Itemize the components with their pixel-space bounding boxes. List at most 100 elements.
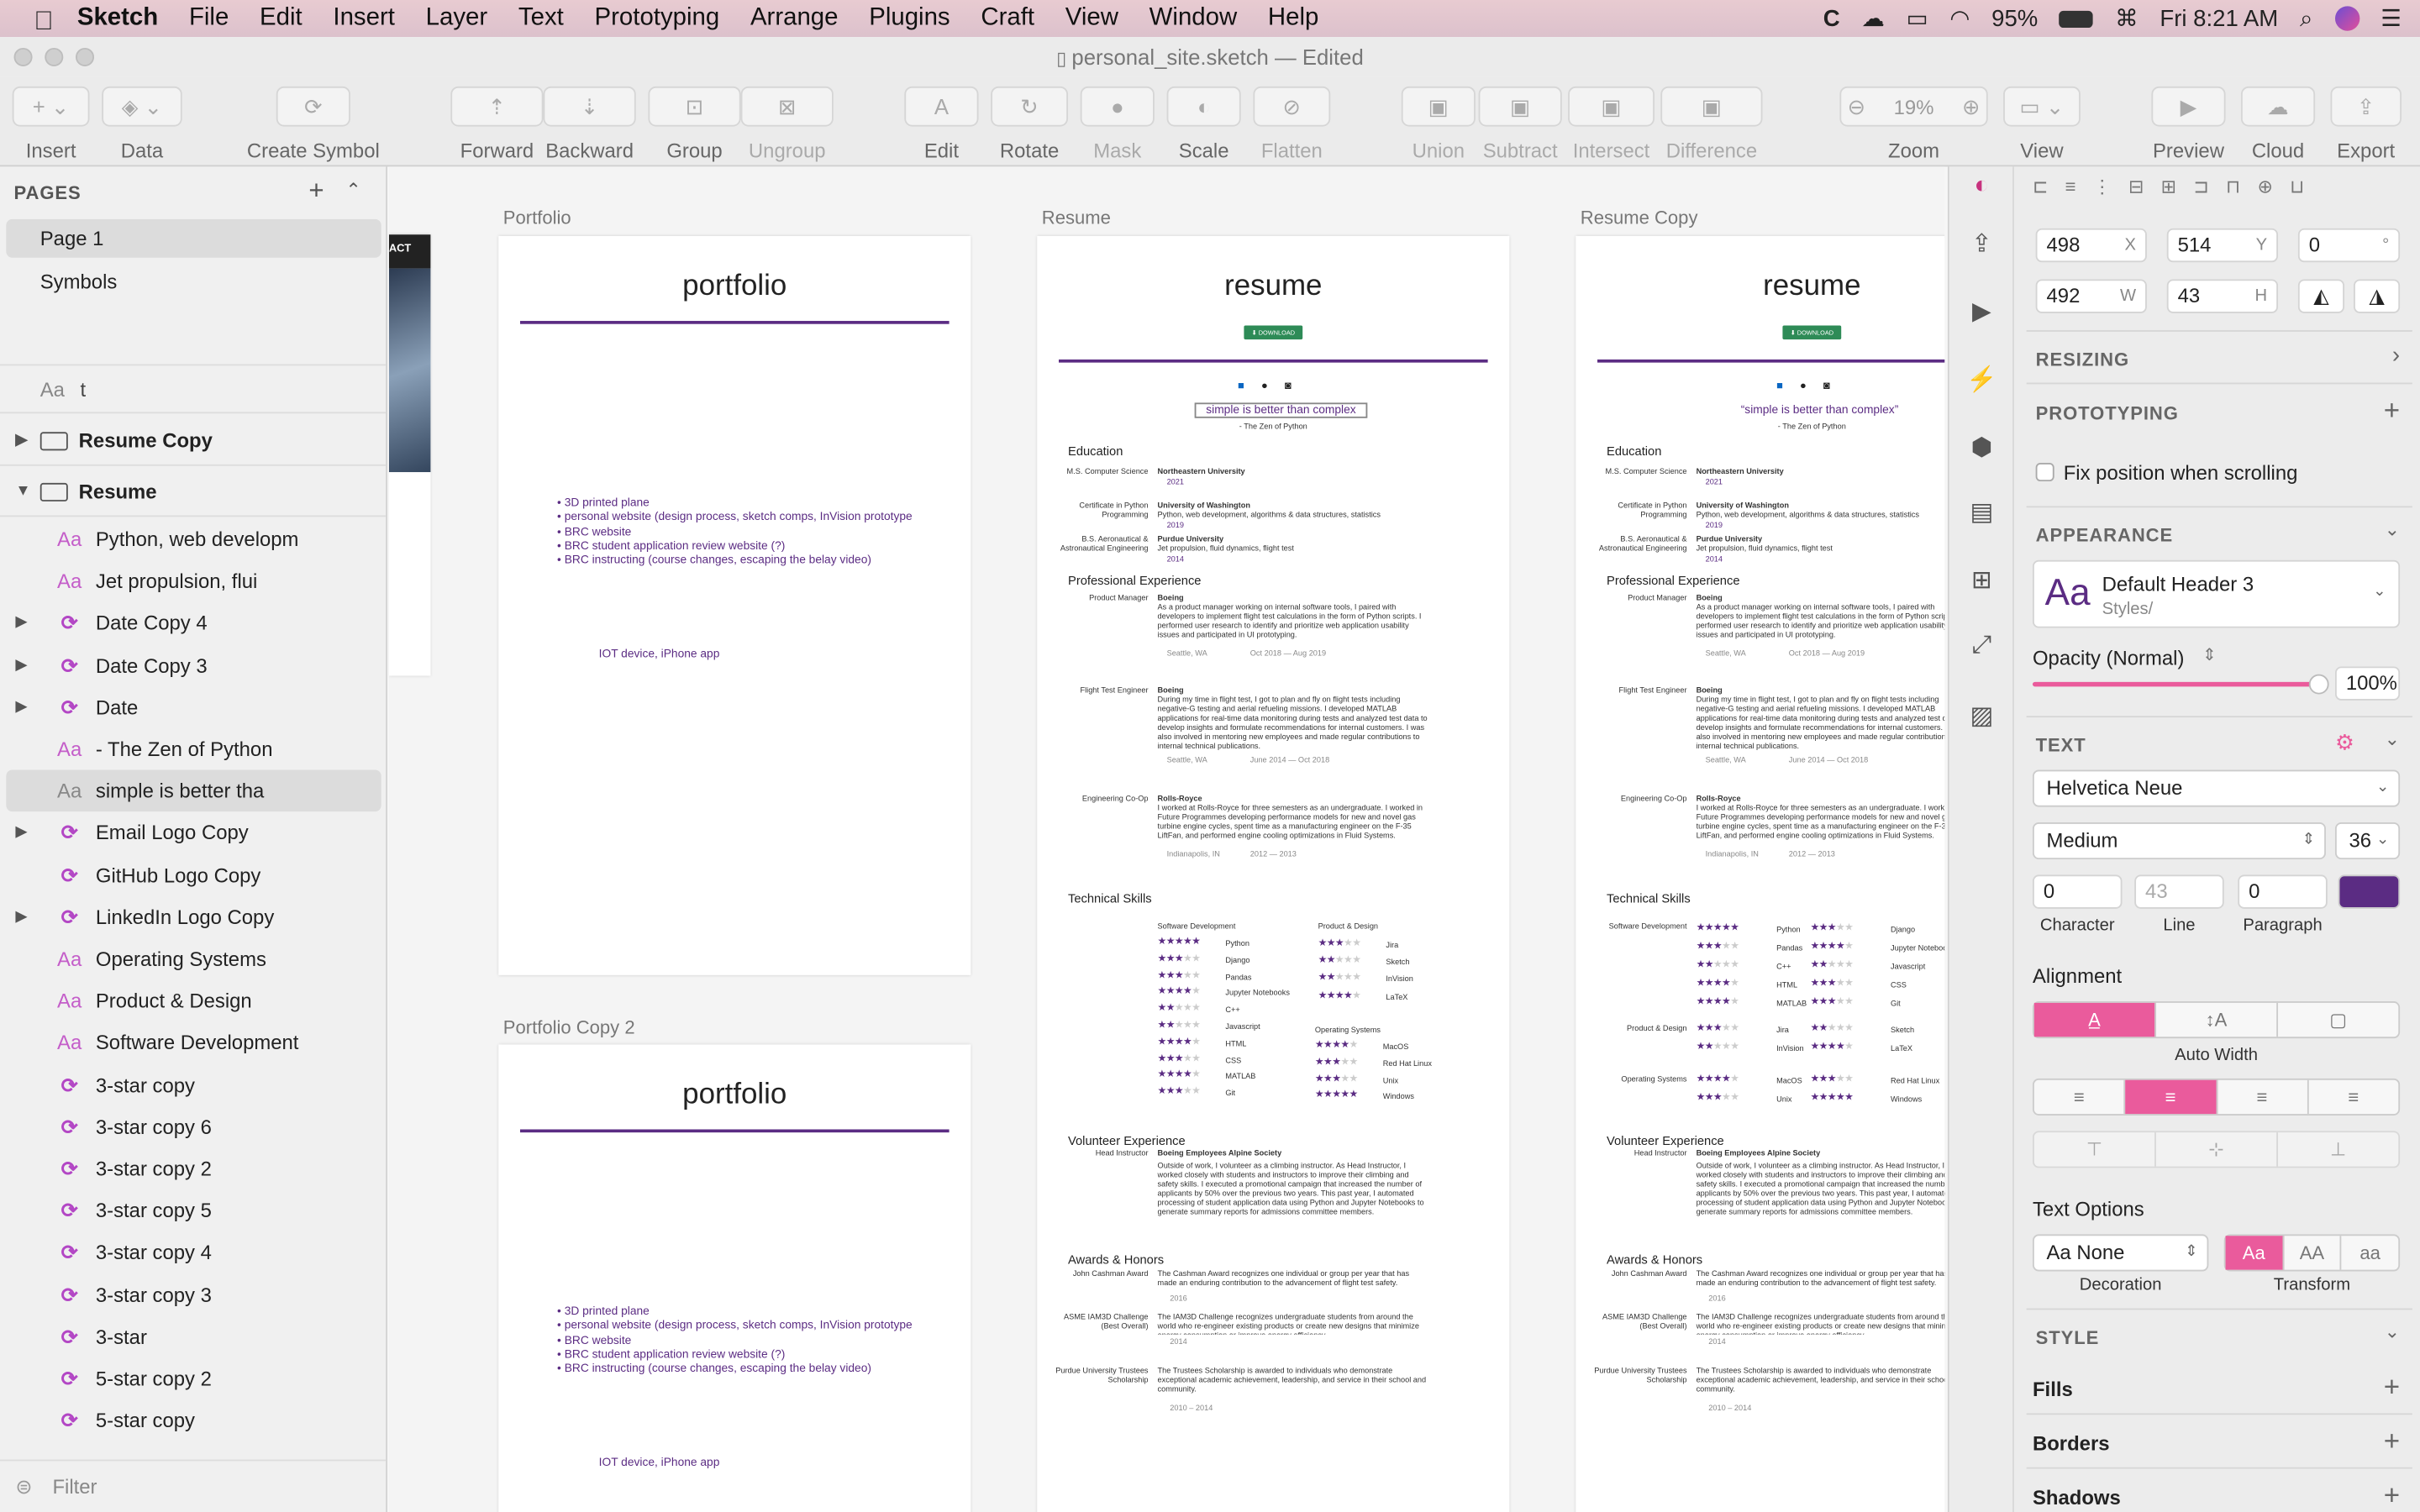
keyboard-icon[interactable]: ⌘ <box>2115 5 2139 33</box>
gear-icon[interactable]: ⚙ <box>2335 730 2354 756</box>
filter-input[interactable]: Filter <box>52 1475 97 1499</box>
github-icon[interactable]: ● <box>1800 381 1807 392</box>
align-middle-icon[interactable]: ⊞ <box>2161 176 2176 197</box>
align-text-bottom-icon[interactable]: ⊥ <box>2278 1132 2398 1166</box>
rotation-field[interactable]: 0 ° <box>2297 228 2401 263</box>
paragraph-spacing-field[interactable]: 0 <box>2238 874 2328 909</box>
resize-icon[interactable]: ⤢ <box>1965 633 1998 666</box>
layer-row[interactable]: ▼ Resume <box>0 468 387 517</box>
menu-plugins[interactable]: Plugins <box>869 5 950 33</box>
menu-file[interactable]: File <box>189 5 229 33</box>
disclosure-collapsed-icon[interactable]: ▶ <box>15 812 27 854</box>
disclosure-expanded-icon[interactable]: ▼ <box>15 468 30 517</box>
fixed-size-option[interactable]: ▢ <box>2278 1003 2398 1037</box>
menu-help[interactable]: Help <box>1268 5 1318 33</box>
layer-row[interactable]: Aa simple is better tha <box>6 769 381 812</box>
add-prototyping-icon[interactable]: + <box>2384 395 2400 428</box>
add-shadow-icon[interactable]: + <box>2384 1479 2400 1512</box>
transform-uppercase-option[interactable]: AA <box>2284 1236 2342 1270</box>
layer-row[interactable]: ⟳ GitHub Logo Copy <box>0 854 386 896</box>
partial-artboard[interactable]: ACT <box>388 234 431 676</box>
linkedin-icon[interactable]: ■ <box>1238 381 1244 392</box>
rotate-tool[interactable]: ↻ Rotate <box>991 86 1069 162</box>
distribute-h-icon[interactable]: ⊟ <box>2128 176 2144 197</box>
resizing-header[interactable]: RESIZING <box>2036 349 2129 370</box>
layer-row[interactable]: ▶ ⟳ Date <box>0 686 386 728</box>
menu-craft[interactable]: Craft <box>981 5 1034 33</box>
height-field[interactable]: 43 H <box>2166 279 2279 313</box>
disclosure-collapsed-icon[interactable]: ▶ <box>15 644 27 686</box>
add-fill-icon[interactable]: + <box>2384 1372 2400 1404</box>
layer-row[interactable]: ⟳ 5-star copy 2 <box>0 1357 386 1399</box>
opacity-slider[interactable] <box>2032 674 2329 695</box>
artboard-resume[interactable]: resume ⬇ DOWNLOAD ■ ● ◙ simple is better t… <box>1037 236 1510 1512</box>
disclosure-collapsed-icon[interactable]: ▶ <box>15 602 27 644</box>
text-style-picker[interactable]: Aa Default Header 3 Styles/ ⌄ <box>2032 559 2401 628</box>
borders-header[interactable]: Borders <box>2033 1431 2110 1455</box>
close-window-button[interactable] <box>13 47 33 66</box>
preview-tool[interactable]: ▶ Preview <box>2151 86 2226 162</box>
status-c-icon[interactable]: C <box>1823 5 1840 31</box>
export-tool[interactable]: ⇪ Export <box>2330 86 2402 162</box>
airplay-icon[interactable]: ▭ <box>1907 5 1928 33</box>
disclosure-collapsed-icon[interactable]: ▶ <box>15 896 27 938</box>
difference-tool[interactable]: ▣ Difference <box>1660 86 1763 162</box>
inspector-tab-icon[interactable]: ◐ <box>1965 173 1998 207</box>
fills-header[interactable]: Fills <box>2033 1378 2073 1401</box>
menu-layer[interactable]: Layer <box>426 5 488 33</box>
github-icon[interactable]: ● <box>1261 381 1268 392</box>
font-size-select[interactable]: 36 ⌄ <box>2334 822 2401 860</box>
layer-row[interactable]: ⟳ 3-star copy 4 <box>0 1231 386 1273</box>
linkedin-icon[interactable]: ■ <box>1776 381 1783 392</box>
collapse-pages-icon[interactable]: ⌃ <box>345 179 360 201</box>
page-item-page-1[interactable]: Page 1 <box>6 218 381 258</box>
align-center-h-icon[interactable]: ≡ <box>2065 176 2076 197</box>
layer-row[interactable]: ▶ ⟳ Email Logo Copy <box>0 812 386 854</box>
email-icon[interactable]: ◙ <box>1823 381 1830 392</box>
style-header[interactable]: STYLE <box>2036 1327 2100 1349</box>
align-vmid-icon[interactable]: ⊕ <box>2257 176 2272 197</box>
disclosure-collapsed-icon[interactable]: ▶ <box>15 417 27 466</box>
opacity-mode-stepper-icon[interactable]: ⇕ <box>2202 645 2217 665</box>
font-weight-select[interactable]: Medium ⇕ <box>2032 822 2326 860</box>
menu-text[interactable]: Text <box>518 5 564 33</box>
chevron-right-icon[interactable]: › <box>2392 343 2400 369</box>
page-item-symbols[interactable]: Symbols <box>6 262 381 301</box>
add-border-icon[interactable]: + <box>2384 1425 2400 1458</box>
clock[interactable]: Fri 8:21 AM <box>2160 5 2278 31</box>
flatten-tool[interactable]: ⊘ Flatten <box>1253 86 1331 162</box>
minimize-window-button[interactable] <box>45 47 64 66</box>
auto-height-option[interactable]: ↕A <box>2156 1002 2279 1037</box>
spotlight-icon[interactable]: ⌕ <box>2300 5 2312 31</box>
layer-row[interactable]: ▶ Resume Copy <box>0 417 387 466</box>
select-layers-icon[interactable]: ⊞ <box>1965 564 1998 598</box>
align-text-right-icon[interactable]: ≡ <box>2217 1079 2309 1115</box>
layer-row[interactable]: ▶ ⟳ Date Copy 3 <box>0 644 386 686</box>
layer-row[interactable]: ⟳ 3-star <box>0 1315 386 1357</box>
chevron-down-icon[interactable]: ⌄ <box>2385 518 2400 540</box>
menu-app[interactable]: Sketch <box>77 5 158 33</box>
menu-window[interactable]: Window <box>1150 5 1238 33</box>
upload-icon[interactable]: ⇪ <box>1965 228 1998 262</box>
zoom-tool[interactable]: ⊖ 19% ⊕ Zoom <box>1839 86 1988 162</box>
align-bottom-icon[interactable]: ⊔ <box>2290 176 2304 197</box>
artboard-label-portfolio[interactable]: Portfolio <box>503 207 571 228</box>
align-text-left-icon[interactable]: ≡ <box>2034 1079 2126 1115</box>
y-field[interactable]: 514 Y <box>2166 228 2279 263</box>
hexagon-icon[interactable]: ⬢ <box>1965 432 1998 465</box>
layer-search[interactable]: Aa t <box>0 364 387 414</box>
menu-edit[interactable]: Edit <box>260 5 302 33</box>
decoration-select[interactable]: Aa None ⇕ <box>2032 1234 2209 1272</box>
scale-tool[interactable]: ◐ Scale <box>1166 86 1241 162</box>
align-text-top-icon[interactable]: ⊤ <box>2034 1132 2156 1167</box>
notification-center-icon[interactable]: ☰ <box>2381 5 2402 33</box>
layer-row[interactable]: ⟳ 3-star copy <box>0 1064 386 1106</box>
edit-tool[interactable]: A Edit <box>904 86 979 162</box>
flip-horizontal-button[interactable]: ◭ <box>2297 279 2344 313</box>
union-tool[interactable]: ▣ Union <box>1401 86 1476 162</box>
artboard-portfolio-copy-2[interactable]: portfolio • 3D printed plane • personal … <box>498 1044 971 1512</box>
shadows-header[interactable]: Shadows <box>2033 1486 2121 1509</box>
opacity-slider-knob[interactable] <box>2308 674 2329 695</box>
wifi-icon[interactable]: ◠ <box>1949 5 1970 33</box>
data-tool[interactable]: ◈ ⌄ Data <box>102 86 182 162</box>
